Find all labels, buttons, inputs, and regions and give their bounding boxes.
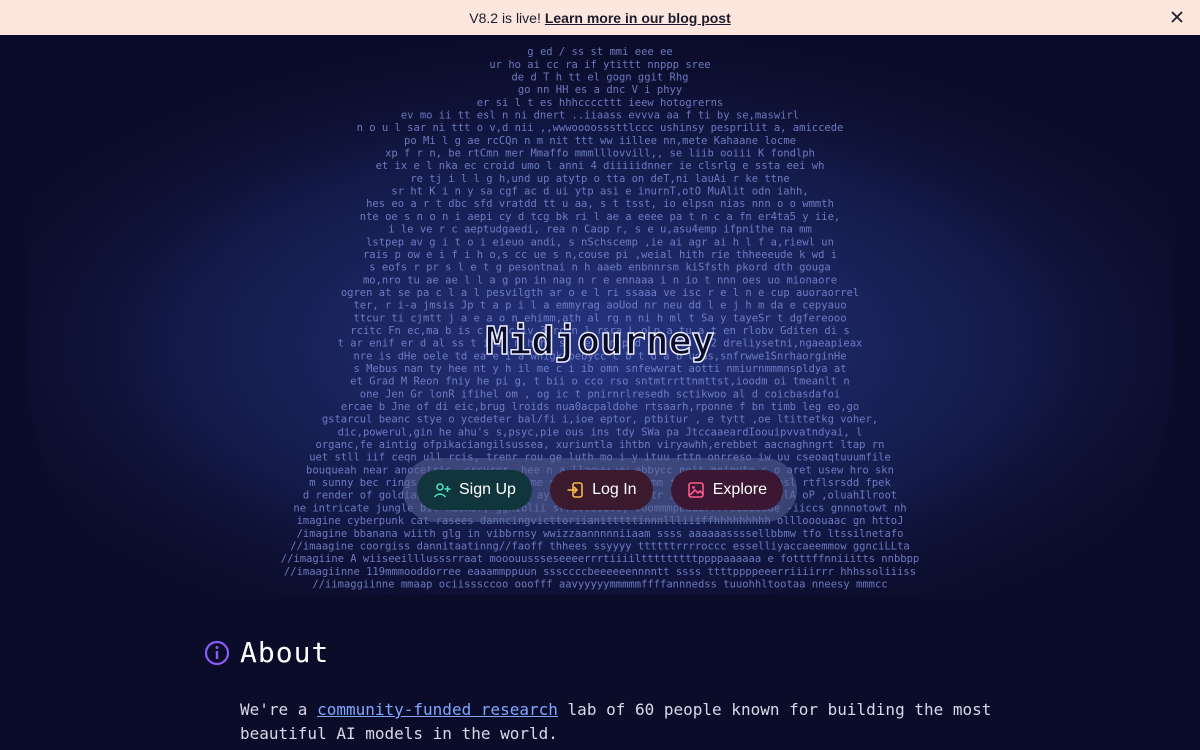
ascii-line: et ix e l nka ec croid umo l anni 4 diii…	[376, 160, 825, 172]
about-text-before: We're a	[240, 700, 308, 719]
image-icon	[687, 482, 704, 498]
ascii-line: //imagiine A wiiseeilllusssrraat mooouus…	[281, 553, 919, 565]
close-icon[interactable]	[1168, 8, 1186, 26]
ascii-line: n o u l sar ni ttt o v,d nii ,,wwwooooss…	[357, 122, 844, 134]
ascii-line: one Jen Gr lonR ifihel om , og ic t pnir…	[360, 388, 840, 400]
ascii-line: ogren at se pa c l a l pesvilgth ar o e …	[341, 287, 859, 299]
ascii-line: go nn HH es a dnc V i phyy	[518, 84, 682, 96]
ascii-line: /imagine bbanana wiith glg in vibbrnsy w…	[297, 528, 904, 540]
ascii-line: po Mi l g ae rcCQn n m nit ttt ww iillee…	[404, 135, 796, 147]
sign-up-button[interactable]: Sign Up	[417, 470, 532, 510]
explore-button[interactable]: Explore	[670, 470, 783, 510]
log-in-label: Log In	[592, 481, 637, 498]
ascii-line: //imaagine coorgiss dannitaatinng//faoff…	[290, 540, 910, 552]
midjourney-logo: Midjourney	[485, 318, 715, 364]
about-heading: About	[204, 636, 329, 669]
user-plus-icon	[433, 483, 451, 498]
hero-section: g ed / ss st mmi eee ee ur ho ai cc ra if…	[0, 35, 1200, 600]
ascii-line: s eofs r pr s l e t g pesontnai n h aaeb…	[369, 262, 830, 274]
community-funded-research-link[interactable]: community-funded research	[317, 700, 558, 719]
ascii-line: xp f r n, be rtCmn mer Mmaffo mmmlllovvi…	[385, 148, 815, 160]
svg-text:Midjourney: Midjourney	[486, 319, 715, 363]
login-icon	[567, 482, 583, 498]
ascii-line: er si l t es hhhccccttt ieew hotogrerns	[477, 97, 724, 109]
ascii-line: hes eo a r t dbc sfd vratdd tt u aa, s t…	[366, 198, 834, 210]
ascii-line: //iimaggiinne mmaap ociisssccoo ooofff a…	[312, 578, 887, 590]
ascii-line: de d T h tt el gogn ggit Rhg	[511, 71, 688, 83]
ascii-line: organc,fe aintig ofpikaciangilsussea, xu…	[316, 439, 885, 451]
about-section: About We're a community-funded research …	[0, 600, 1200, 750]
log-in-button[interactable]: Log In	[550, 470, 653, 510]
ascii-line: mo,nro tu ae ae l l a g pn in nag n r e …	[363, 274, 837, 286]
ascii-line: rais p ow e i f i h o,s cc ue s n,couse …	[363, 249, 837, 261]
ascii-line: nte oe s n o n i aepi cy d tcg bk ri l a…	[360, 211, 840, 223]
banner-prefix: V8.2 is live!	[469, 9, 541, 26]
banner-blog-link[interactable]: Learn more in our blog post	[545, 10, 731, 26]
ascii-line: g ed / ss st mmi eee ee	[527, 46, 672, 58]
ascii-line: ercae b Jne of di eic,brug lroids nua0ac…	[341, 401, 859, 413]
explore-label: Explore	[712, 481, 767, 498]
ascii-line: re tj i l l g h,und up atytp o tta on de…	[410, 173, 789, 185]
ascii-line: gstarcul beanc stye o ycedeter bal/fi i,…	[322, 414, 878, 426]
cta-group: Sign Up Log In Explore	[403, 458, 797, 522]
ascii-line: dic,powerul,gin he ahu's s,psyc,pie ous …	[338, 426, 863, 438]
ascii-line: ur ho ai cc ra if ytittt nnppp sree	[489, 59, 710, 71]
announcement-banner: V8.2 is live! Learn more in our blog pos…	[0, 0, 1200, 35]
ascii-line: ter, r i-a jmsis Jp t a p i l a emmyrag …	[353, 300, 846, 312]
sign-up-label: Sign Up	[459, 481, 516, 498]
ascii-line: et Grad M Reon fniy he pi g, t bii o cco…	[350, 376, 849, 388]
about-description: We're a community-funded research lab of…	[240, 698, 1000, 746]
ascii-line: i le ve r c aeptudgaedi, rea n Caop r, s…	[388, 224, 812, 236]
ascii-line: sr ht K i n y sa cgf ac d ui ytp asi e i…	[391, 186, 808, 198]
info-icon	[204, 640, 230, 665]
ascii-line: lstpep av g i t o i eieuo andi, s nSchsc…	[366, 236, 834, 248]
about-title: About	[240, 636, 330, 669]
ascii-line: ev mo ii tt esl n ni dnert ..iiaass evvv…	[401, 110, 799, 122]
ascii-line: //imaagiinne 119mmmooddorree eaaammppuun…	[284, 566, 916, 578]
